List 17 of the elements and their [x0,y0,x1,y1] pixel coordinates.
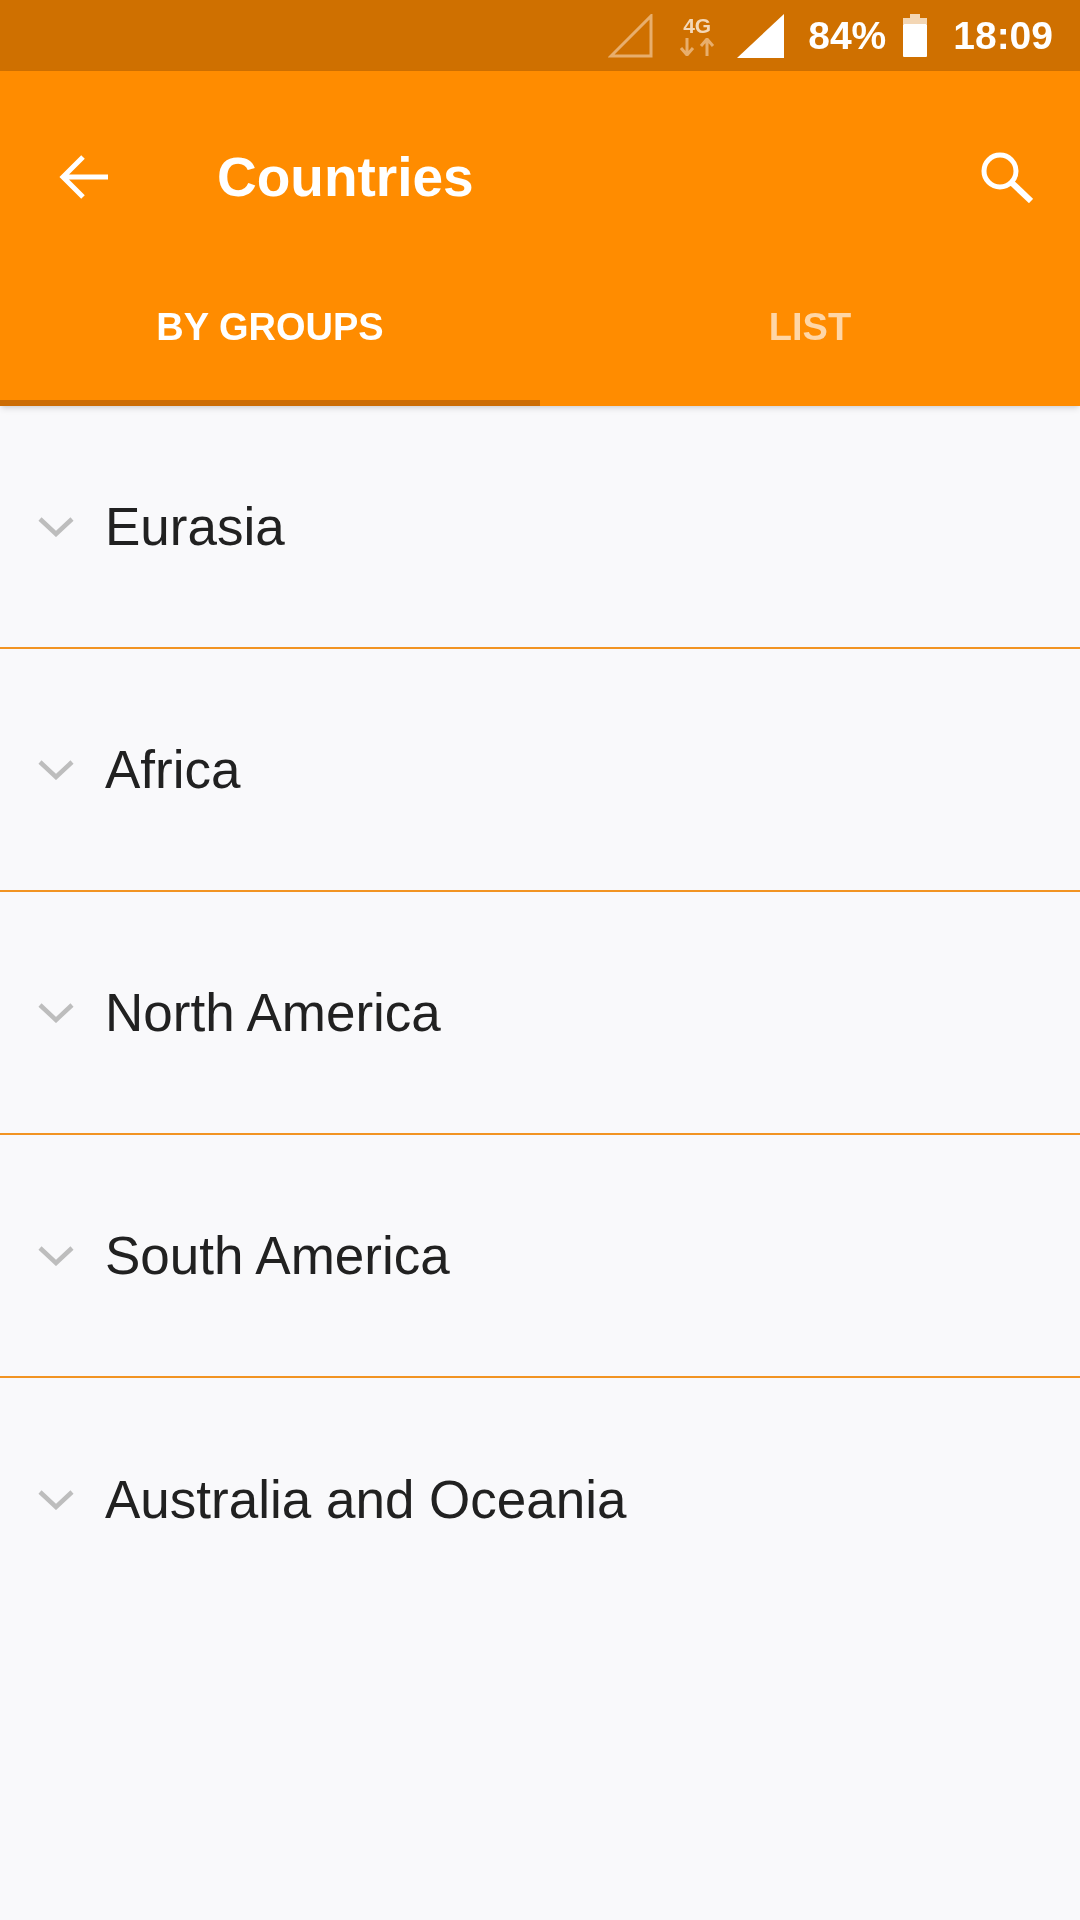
data-arrows-icon [679,38,716,56]
signal-outline-icon [608,13,654,58]
search-button[interactable] [980,151,1033,203]
group-item[interactable]: North America [0,892,1080,1135]
signal-full-icon [737,13,785,58]
battery-icon [903,14,928,57]
group-item[interactable]: South America [0,1135,1080,1378]
arrow-left-icon [58,154,108,200]
clock-time: 18:09 [953,16,1053,55]
group-item[interactable]: Eurasia [0,406,1080,649]
group-item[interactable]: Australia and Oceania [0,1378,1080,1621]
screen-title: Countries [217,149,474,205]
group-item[interactable]: Africa [0,649,1080,892]
back-button[interactable] [58,154,108,200]
search-icon [980,151,1033,203]
network-type-label: 4G [683,15,712,36]
battery-percent: 84% [808,16,887,55]
